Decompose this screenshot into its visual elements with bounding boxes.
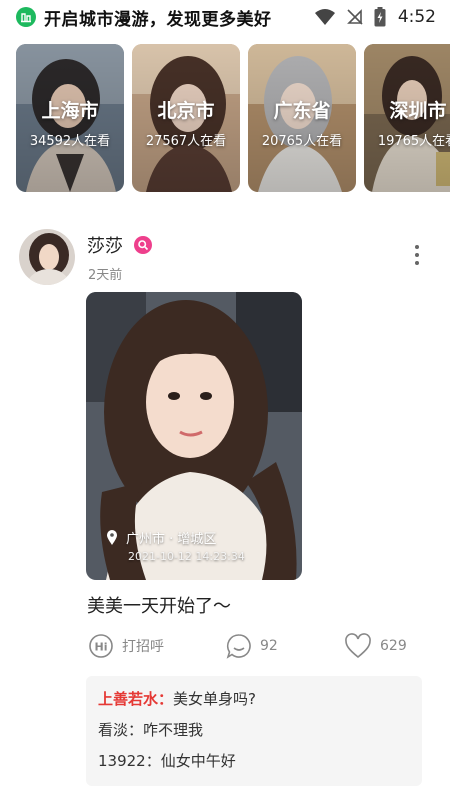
username[interactable]: 莎莎: [87, 232, 123, 258]
no-signal-icon: [346, 9, 363, 25]
photo-location-text: 广州市 · 增城区: [126, 532, 217, 547]
status-title: 开启城市漫游，发现更多美好: [44, 9, 272, 30]
city-name: 北京市: [157, 100, 215, 122]
city-card-shanghai[interactable]: 上海市 34592人在看: [16, 44, 124, 192]
city-viewer-count: 20765人在看: [261, 134, 343, 149]
greet-button[interactable]: Hi 打招呼: [88, 630, 164, 662]
hi-bubble-icon: Hi: [89, 634, 113, 658]
photo-location: 广州市 · 增城区: [106, 528, 216, 547]
greet-label: 打招呼: [122, 639, 164, 655]
city-card-beijing[interactable]: 北京市 27567人在看: [132, 44, 240, 192]
status-time: 4:52: [397, 7, 436, 27]
comment-item[interactable]: 13922：仙女中午好: [98, 746, 410, 777]
app-logo-icon: [16, 7, 36, 27]
comment-text: 仙女中午好: [160, 752, 236, 770]
avatar[interactable]: [19, 229, 75, 285]
comment-count: 92: [260, 638, 278, 654]
status-bar: 开启城市漫游，发现更多美好 4:52: [0, 0, 450, 34]
comment-item[interactable]: 上善若水：美女单身吗?: [98, 684, 410, 715]
comment-author[interactable]: 上善若水：: [98, 690, 173, 708]
city-card-guangdong[interactable]: 广东省 20765人在看: [248, 44, 356, 192]
city-viewer-count: 19765人在看: [377, 134, 450, 149]
post-time: 2天前: [88, 268, 123, 283]
like-count: 629: [380, 638, 407, 654]
city-name: 广东省: [273, 100, 331, 122]
city-carousel[interactable]: 上海市 34592人在看 北京市 27567人在看 广东省 20765人在看 深…: [16, 44, 450, 194]
battery-charging-icon: [374, 7, 386, 27]
more-vertical-icon[interactable]: [408, 240, 426, 270]
city-viewer-count: 34592人在看: [29, 134, 111, 149]
comment-text: 咋不理我: [143, 721, 204, 739]
verified-badge-icon: [134, 236, 152, 254]
status-icons: 4:52: [314, 7, 436, 27]
wifi-icon: [314, 9, 335, 25]
comment-author[interactable]: 13922：: [98, 752, 161, 770]
post-caption: 美美一天开始了～: [87, 596, 231, 617]
post-actions: Hi 打招呼 92 629: [86, 630, 416, 662]
comment-icon: [226, 634, 251, 659]
comment-item[interactable]: 看淡：咋不理我: [98, 715, 410, 746]
city-viewer-count: 27567人在看: [145, 134, 227, 149]
svg-text:Hi: Hi: [95, 641, 108, 654]
photo-timestamp: 2021-10-12 14:23:34: [128, 550, 245, 563]
comment-author[interactable]: 看淡：: [98, 721, 143, 739]
city-name: 深圳市: [389, 100, 447, 122]
post-photo[interactable]: 广州市 · 增城区 2021-10-12 14:23:34: [86, 292, 302, 580]
comment-list: 上善若水：美女单身吗? 看淡：咋不理我 13922：仙女中午好: [86, 676, 422, 786]
like-button[interactable]: 629: [344, 630, 407, 662]
location-pin-icon: [107, 530, 117, 545]
comment-text: 美女单身吗?: [173, 690, 256, 708]
city-card-shenzhen[interactable]: 深圳市 19765人在看: [364, 44, 450, 192]
comment-button[interactable]: 92: [226, 630, 278, 662]
heart-icon: [345, 633, 371, 659]
city-name: 上海市: [41, 100, 99, 122]
